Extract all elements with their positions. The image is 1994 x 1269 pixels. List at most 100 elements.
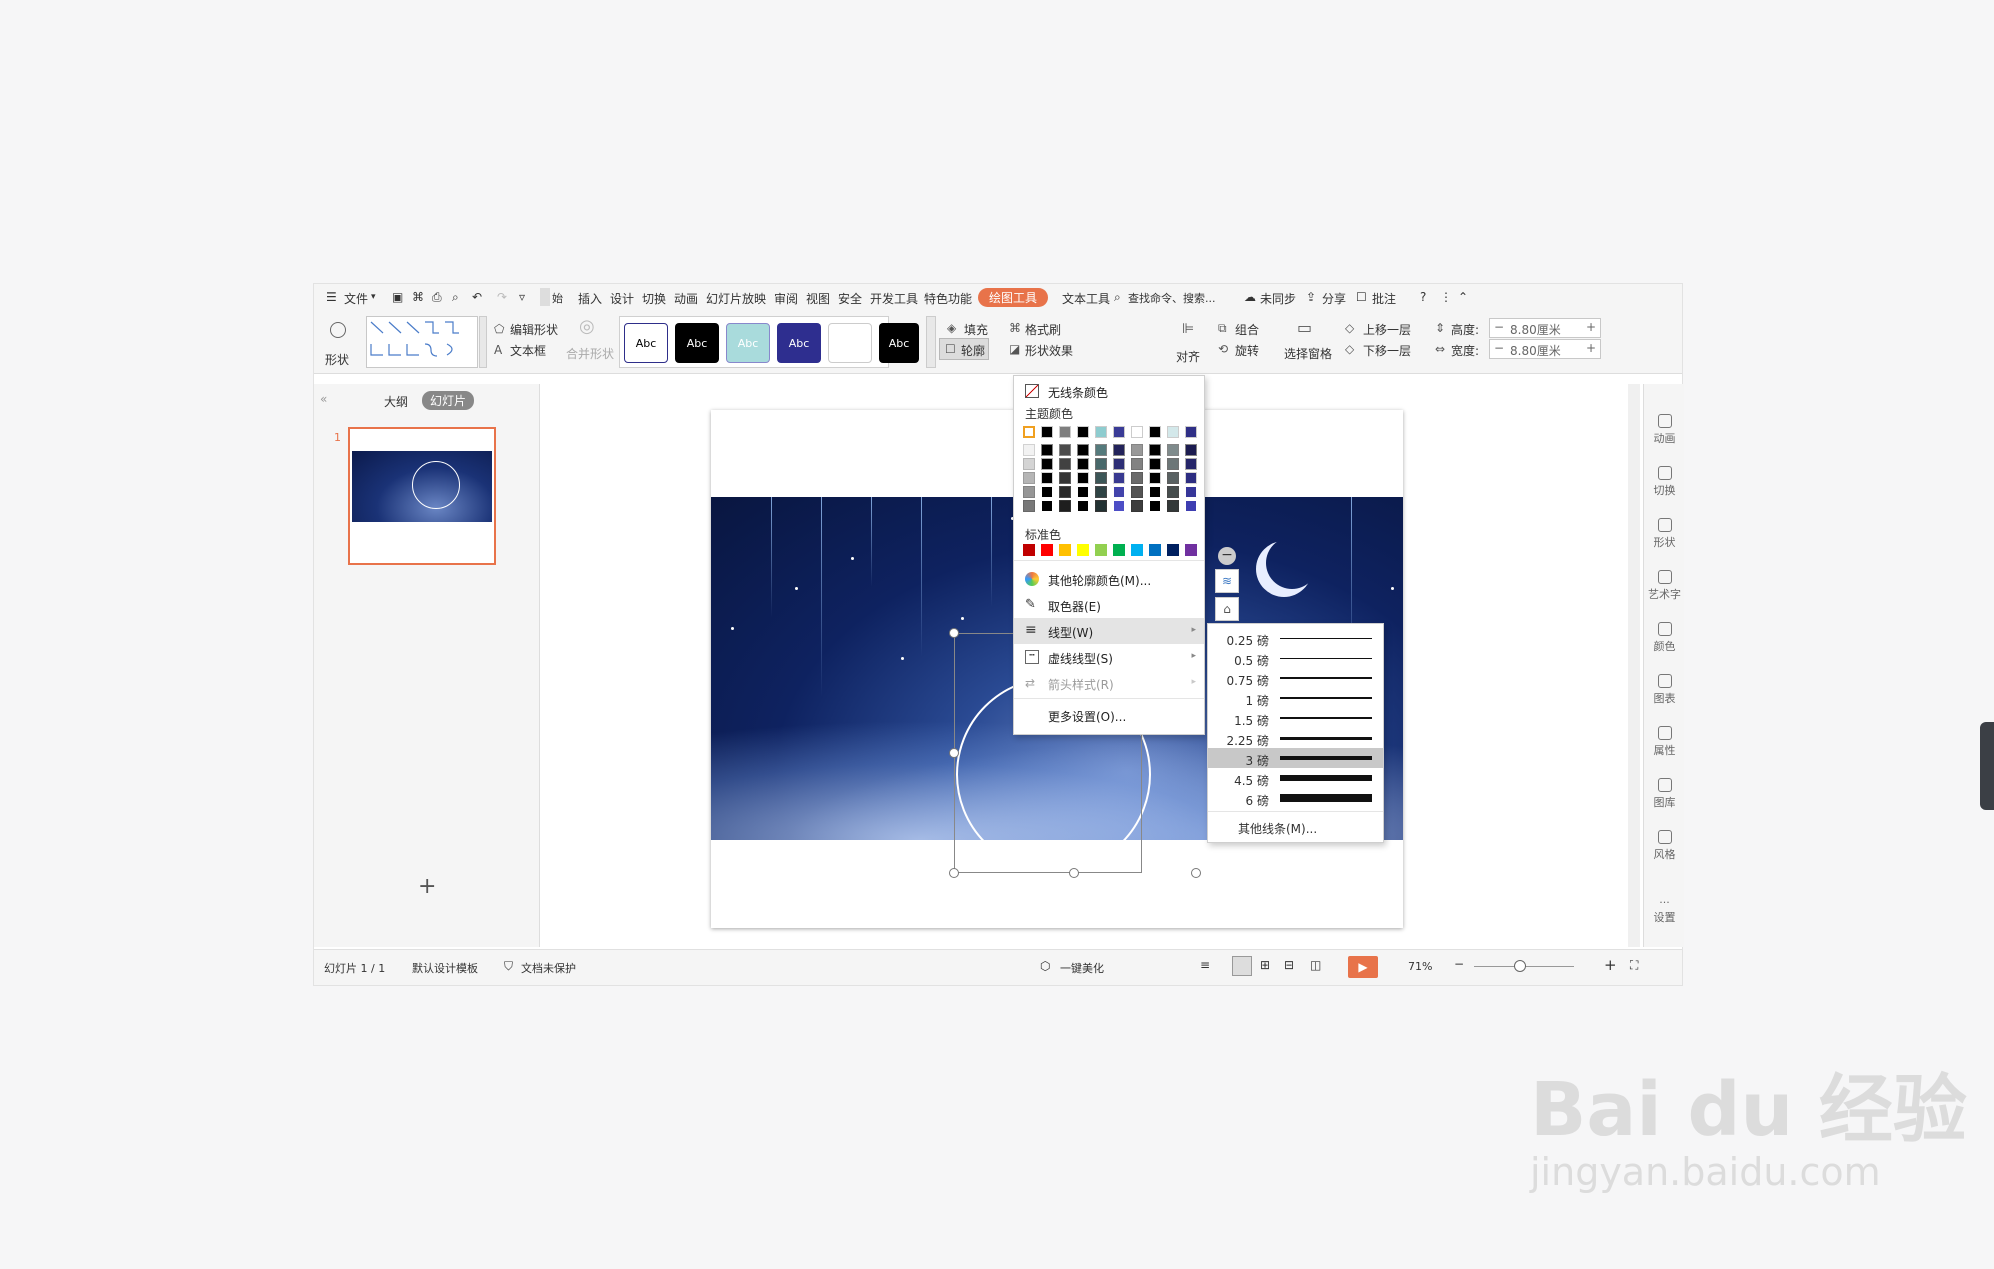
menu-security[interactable]: 安全 — [838, 290, 862, 307]
panel-color[interactable]: 颜色 — [1644, 622, 1685, 654]
redo-icon[interactable]: ↷ — [497, 290, 507, 304]
menu-insert[interactable]: 插入 — [578, 290, 602, 307]
resize-handle[interactable] — [949, 868, 959, 878]
theme-shade-swatch[interactable] — [1185, 486, 1197, 498]
undo-icon[interactable]: ↶ — [472, 290, 482, 304]
search-command[interactable]: 查找命令、搜索... — [1128, 290, 1216, 306]
theme-shade-swatch[interactable] — [1095, 500, 1107, 512]
fill-button[interactable]: 填充 — [964, 321, 988, 338]
line-weight-option[interactable]: 0.75 磅 — [1208, 668, 1383, 688]
style-preset-6[interactable]: Abc — [879, 323, 919, 363]
outline-button[interactable]: 轮廓 — [961, 342, 985, 359]
other-outline-colors-item[interactable]: 其他轮廓颜色(M)... — [1014, 566, 1204, 592]
shape-effect-button[interactable]: 形状效果 — [1025, 342, 1073, 359]
theme-color-swatch[interactable] — [1077, 426, 1089, 438]
minus-circle-icon[interactable]: − — [1218, 547, 1236, 565]
theme-shade-swatch[interactable] — [1131, 486, 1143, 498]
line-weight-option[interactable]: 6 磅 — [1208, 788, 1383, 808]
add-slide-button[interactable]: + — [418, 874, 436, 899]
panel-transition[interactable]: 切换 — [1644, 466, 1685, 498]
theme-shade-swatch[interactable] — [1077, 486, 1089, 498]
theme-shade-swatch[interactable] — [1167, 458, 1179, 470]
search-icon[interactable]: ⌕ — [1114, 290, 1121, 305]
panel-gallery[interactable]: 图库 — [1644, 778, 1685, 810]
standard-color-swatch[interactable] — [1113, 544, 1125, 556]
menu-view[interactable]: 视图 — [806, 290, 830, 307]
theme-shade-swatch[interactable] — [1149, 458, 1161, 470]
line-weight-option[interactable]: 0.5 磅 — [1208, 648, 1383, 668]
select-pane-button[interactable]: 选择窗格 — [1284, 345, 1332, 362]
zoom-in-icon[interactable]: + — [1604, 956, 1617, 974]
panel-settings[interactable]: ··· 设置 — [1644, 896, 1685, 925]
theme-shade-swatch[interactable] — [1185, 472, 1197, 484]
slide-thumbnail[interactable] — [348, 427, 496, 565]
standard-color-swatch[interactable] — [1023, 544, 1035, 556]
theme-shade-swatch[interactable] — [1041, 458, 1053, 470]
resize-handle[interactable] — [1069, 868, 1079, 878]
resize-handle[interactable] — [1191, 868, 1201, 878]
save-icon[interactable]: ▣ — [392, 290, 403, 304]
theme-shade-swatch[interactable] — [1041, 472, 1053, 484]
style-preset-5[interactable] — [828, 323, 872, 363]
theme-shade-swatch[interactable] — [1095, 444, 1107, 456]
play-slideshow-button[interactable]: ▶ — [1348, 956, 1378, 978]
theme-shade-swatch[interactable] — [1059, 472, 1071, 484]
theme-shade-swatch[interactable] — [1149, 472, 1161, 484]
rotate-button[interactable]: 旋转 — [1235, 342, 1259, 359]
collapse-panel-icon[interactable]: « — [320, 392, 327, 406]
print-preview-icon[interactable]: ⌕ — [452, 290, 459, 305]
theme-shade-swatch[interactable] — [1131, 472, 1143, 484]
arrow-style-item[interactable]: ⇄ 箭头样式(R) ▸ — [1014, 670, 1204, 696]
theme-shade-swatch[interactable] — [1167, 500, 1179, 512]
no-line-color-item[interactable]: 无线条颜色 — [1014, 378, 1204, 404]
more-settings-item[interactable]: 更多设置(O)... — [1014, 702, 1204, 728]
menu-features[interactable]: 特色功能 — [924, 290, 972, 307]
standard-color-swatch[interactable] — [1095, 544, 1107, 556]
theme-shade-swatch[interactable] — [1113, 472, 1125, 484]
dash-type-item[interactable]: ┅ 虚线线型(S) ▸ — [1014, 644, 1204, 670]
theme-shade-swatch[interactable] — [1059, 444, 1071, 456]
side-widget[interactable] — [1980, 722, 1994, 810]
normal-view-icon[interactable] — [1232, 956, 1252, 976]
width-input[interactable]: 8.80厘米 − + — [1489, 339, 1601, 359]
standard-color-swatch[interactable] — [1077, 544, 1089, 556]
height-input[interactable]: 8.80厘米 − + — [1489, 318, 1601, 338]
theme-color-swatch[interactable] — [1149, 426, 1161, 438]
theme-shade-swatch[interactable] — [1023, 444, 1035, 456]
theme-shade-swatch[interactable] — [1023, 458, 1035, 470]
format-brush-button[interactable]: 格式刷 — [1025, 321, 1061, 338]
theme-shade-swatch[interactable] — [1131, 458, 1143, 470]
styles-scroll[interactable] — [926, 316, 936, 368]
theme-shade-swatch[interactable] — [1131, 444, 1143, 456]
scroll-left-icon[interactable] — [540, 288, 550, 306]
edit-shape-button[interactable]: 编辑形状 — [510, 321, 558, 338]
gallery-scroll[interactable] — [479, 316, 487, 368]
plus-icon[interactable]: + — [1586, 341, 1596, 355]
theme-shade-swatch[interactable] — [1149, 486, 1161, 498]
theme-shade-swatch[interactable] — [1149, 500, 1161, 512]
layers-icon[interactable]: ≋ — [1215, 569, 1239, 593]
align-button[interactable]: 对齐 — [1176, 348, 1200, 365]
menu-transition[interactable]: 切换 — [642, 290, 666, 307]
theme-shade-swatch[interactable] — [1149, 444, 1161, 456]
presenter-view-icon[interactable]: ◫ — [1310, 958, 1321, 972]
theme-shade-swatch[interactable] — [1095, 486, 1107, 498]
line-type-item[interactable]: ≡ 线型(W) ▸ — [1014, 618, 1204, 644]
zoom-out-icon[interactable]: − — [1454, 957, 1464, 971]
theme-shade-swatch[interactable] — [1095, 472, 1107, 484]
template-name[interactable]: 默认设计模板 — [412, 960, 478, 976]
menu-review[interactable]: 审阅 — [774, 290, 798, 307]
line-weight-option[interactable]: 2.25 磅 — [1208, 728, 1383, 748]
theme-color-swatch[interactable] — [1167, 426, 1179, 438]
theme-shade-swatch[interactable] — [1185, 458, 1197, 470]
panel-wordart[interactable]: 艺术字 — [1644, 570, 1685, 602]
more-options-icon[interactable]: ⋮ — [1440, 290, 1452, 304]
standard-color-swatch[interactable] — [1041, 544, 1053, 556]
other-lines-item[interactable]: 其他线条(M)... — [1238, 820, 1317, 837]
standard-color-swatch[interactable] — [1185, 544, 1197, 556]
theme-shade-swatch[interactable] — [1041, 500, 1053, 512]
menu-animation[interactable]: 动画 — [674, 290, 698, 307]
theme-color-swatch[interactable] — [1041, 426, 1053, 438]
send-backward-button[interactable]: 下移一层 — [1363, 342, 1411, 359]
menu-file[interactable]: 文件 — [344, 290, 368, 307]
